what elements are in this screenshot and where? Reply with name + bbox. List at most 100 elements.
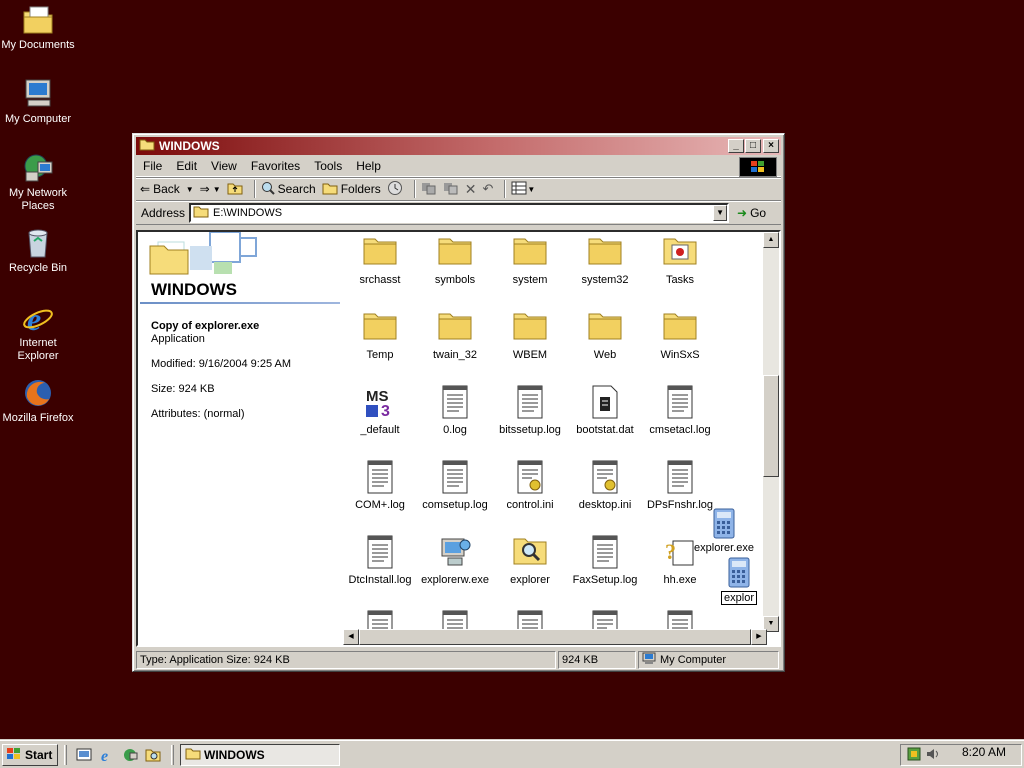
desktop-icon-label: My Computer [4, 113, 72, 125]
minimize-button[interactable]: _ [728, 139, 744, 153]
desktop-icon-my-documents[interactable]: My Documents [0, 4, 76, 52]
forward-button[interactable]: ⇒ ▼ [200, 182, 221, 196]
desktop-icon-my-computer[interactable]: My Computer [0, 78, 76, 126]
start-button[interactable]: Start [2, 744, 58, 766]
search-folder-icon[interactable] [145, 747, 161, 763]
desktop-icon-label: Recycle Bin [8, 262, 68, 274]
file-item[interactable]: bitssetup.log [490, 385, 570, 436]
text-file-icon [438, 385, 472, 419]
file-item[interactable]: desktop.ini [565, 460, 645, 511]
move-to-button[interactable] [421, 181, 437, 198]
internet-explorer-icon[interactable]: e [99, 747, 115, 765]
file-item[interactable]: DPsFnshr.log [640, 460, 720, 511]
file-item[interactable]: 0.log [415, 385, 495, 436]
file-item-label: Tasks [665, 274, 695, 286]
vertical-scroll-thumb[interactable] [763, 375, 779, 477]
selected-file-modified: Modified: 9/16/2004 9:25 AM [151, 358, 292, 370]
file-item[interactable]: FaxSetup.log [565, 535, 645, 586]
file-item[interactable]: twain_32 [415, 310, 495, 361]
windows-flag-icon [6, 747, 22, 764]
rename-input[interactable]: explor [721, 591, 757, 605]
scroll-up-button[interactable]: ▲ [763, 232, 779, 248]
folder-icon [588, 310, 622, 344]
forward-dropdown-icon[interactable]: ▼ [213, 185, 221, 194]
menu-help[interactable]: Help [349, 159, 388, 173]
history-button[interactable] [387, 180, 403, 199]
file-item[interactable]: srchasst [340, 235, 420, 286]
folders-icon [322, 181, 338, 198]
address-dropdown-button[interactable]: ▼ [713, 204, 728, 221]
file-item-label: Web [593, 349, 617, 361]
internet-explorer-icon: e [22, 301, 54, 337]
file-item[interactable]: explorer [490, 535, 570, 586]
svg-text:3: 3 [381, 403, 390, 419]
tray-volume-icon[interactable] [925, 747, 941, 764]
text-file-icon [663, 460, 697, 494]
taskbar-window-button[interactable]: WINDOWS [180, 744, 340, 766]
views-dropdown-icon: ▼ [527, 184, 536, 194]
file-item[interactable]: WinSxS [640, 310, 720, 361]
folder-icon [139, 138, 155, 154]
show-desktop-icon[interactable] [76, 747, 92, 763]
vertical-scrollbar[interactable]: ▲ ▼ [763, 232, 779, 632]
copy-to-button[interactable] [443, 181, 459, 198]
file-item-label: srchasst [359, 274, 401, 286]
file-item[interactable]: cmsetacl.log [640, 385, 720, 436]
back-button[interactable]: ⇐ Back ▼ [140, 182, 194, 196]
views-button[interactable]: ▼ [511, 181, 535, 198]
folders-button[interactable]: Folders [322, 181, 381, 198]
file-item[interactable]: Tasks [640, 235, 720, 286]
explorer-window[interactable]: WINDOWS _ □ × File Edit View Favorites T… [132, 133, 785, 672]
desktop-icon-firefox[interactable]: Mozilla Firefox [0, 377, 76, 425]
file-item[interactable]: system [490, 235, 570, 286]
menu-tools[interactable]: Tools [307, 159, 349, 173]
menu-favorites[interactable]: Favorites [244, 159, 307, 173]
file-item[interactable]: system32 [565, 235, 645, 286]
desktop-icon-internet-explorer[interactable]: e Internet Explorer [0, 301, 76, 363]
ms-document-icon: MS 3 [363, 385, 397, 420]
desktop-icon-network-places[interactable]: My Network Places [0, 152, 76, 213]
file-item[interactable]: WBEM [490, 310, 570, 361]
network-places-icon[interactable] [122, 747, 138, 763]
up-folder-button[interactable] [227, 181, 243, 198]
taskbar-window-label: WINDOWS [204, 748, 265, 762]
file-item[interactable]: Temp [340, 310, 420, 361]
undo-button[interactable]: ↶ [482, 181, 493, 197]
file-item[interactable]: MS 3 _default [340, 385, 420, 436]
menu-edit[interactable]: Edit [169, 159, 204, 173]
file-item[interactable]: symbols [415, 235, 495, 286]
file-item[interactable]: bootstat.dat [565, 385, 645, 436]
address-input[interactable]: E:\WINDOWS ▼ [189, 202, 730, 223]
toolbar: ⇐ Back ▼ ⇒ ▼ Search Folders ✕ ↶ ▼ [136, 177, 781, 201]
close-button[interactable]: × [763, 139, 779, 153]
folder-content[interactable]: WINDOWS Copy of explorer.exe Application… [136, 230, 781, 647]
menu-view[interactable]: View [204, 159, 244, 173]
clock[interactable]: 8:20 AM [962, 745, 1006, 759]
file-item-label: comsetup.log [422, 499, 488, 511]
file-item[interactable]: comsetup.log [415, 460, 495, 511]
delete-button[interactable]: ✕ [465, 181, 477, 198]
menu-file[interactable]: File [136, 159, 169, 173]
status-type-size: Type: Application Size: 924 KB [136, 651, 556, 669]
back-dropdown-icon[interactable]: ▼ [186, 185, 194, 194]
file-item[interactable]: COM+.log [340, 460, 420, 511]
title-bar[interactable]: WINDOWS _ □ × [136, 137, 781, 155]
horizontal-scrollbar[interactable]: ◀ ▶ [343, 629, 767, 645]
file-item[interactable]: explorerw.exe [415, 535, 495, 586]
file-item-label: symbols [434, 274, 476, 286]
file-item[interactable]: DtcInstall.log [340, 535, 420, 586]
file-item[interactable]: control.ini [490, 460, 570, 511]
go-button[interactable]: ➜ Go [737, 206, 766, 220]
file-item[interactable]: Web [565, 310, 645, 361]
desktop-icon-recycle-bin[interactable]: Recycle Bin [0, 227, 76, 275]
scroll-right-button[interactable]: ▶ [751, 629, 767, 645]
horizontal-scroll-thumb[interactable] [359, 629, 751, 645]
search-button[interactable]: Search [261, 181, 316, 198]
tray-network-icon[interactable] [907, 747, 921, 764]
folder-banner-icon [149, 232, 257, 275]
dragged-file[interactable]: explorer.exe [684, 508, 764, 554]
maximize-button[interactable]: □ [745, 139, 761, 153]
scroll-left-button[interactable]: ◀ [343, 629, 359, 645]
file-item-label: Temp [366, 349, 394, 361]
file-item-label: bootstat.dat [576, 424, 634, 436]
